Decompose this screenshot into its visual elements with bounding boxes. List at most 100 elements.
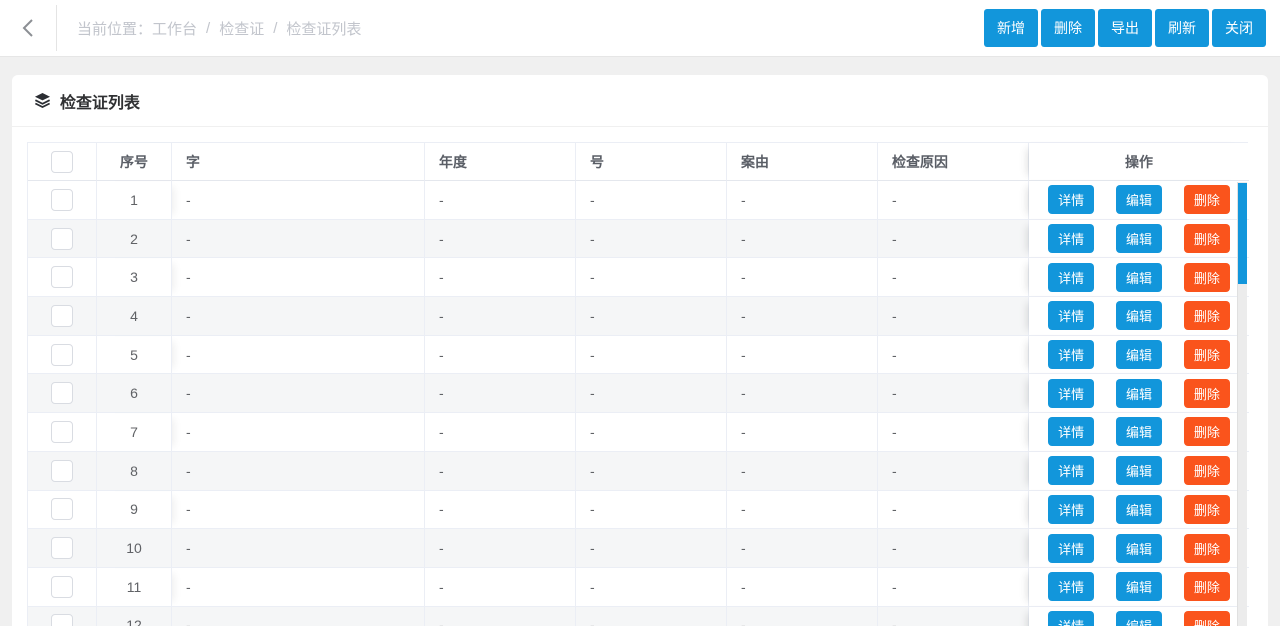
edit-button[interactable]: 编辑: [1115, 262, 1162, 292]
cell-seq: 6: [97, 374, 172, 414]
cell-actions: 详情 编辑 删除: [1029, 529, 1249, 568]
cell-niandu: -: [425, 258, 576, 298]
cell-seq: 1: [97, 181, 172, 220]
cell-zi: -: [172, 413, 425, 452]
row-checkbox[interactable]: [51, 420, 73, 443]
header-reason: 检查原因: [878, 143, 1029, 181]
cell-niandu: -: [425, 413, 576, 452]
select-all-checkbox[interactable]: [51, 150, 73, 173]
detail-button[interactable]: 详情: [1048, 301, 1095, 331]
row-delete-button[interactable]: 删除: [1183, 494, 1230, 524]
row-checkbox[interactable]: [51, 614, 73, 626]
row-checkbox[interactable]: [51, 575, 73, 598]
row-delete-button[interactable]: 删除: [1183, 301, 1230, 331]
detail-button[interactable]: 详情: [1048, 417, 1095, 447]
cell-anyou: -: [727, 258, 878, 298]
add-button[interactable]: 新增: [984, 9, 1038, 47]
edit-button[interactable]: 编辑: [1115, 224, 1162, 254]
edit-button[interactable]: 编辑: [1115, 533, 1162, 563]
table-row: 9 - - - - - 详情 编辑 删除: [28, 490, 1249, 530]
edit-button[interactable]: 编辑: [1115, 340, 1162, 370]
cell-anyou: -: [727, 490, 878, 530]
row-delete-button[interactable]: 删除: [1183, 417, 1230, 447]
cell-anyou: -: [727, 413, 878, 452]
breadcrumb-item-inspection-cert[interactable]: 检查证: [219, 18, 264, 39]
row-checkbox-cell: [28, 529, 97, 568]
table-row: 10 - - - - - 详情 编辑 删除: [28, 529, 1249, 568]
cell-zi: -: [172, 258, 425, 298]
close-button[interactable]: 关闭: [1212, 9, 1266, 47]
cell-niandu: -: [425, 335, 576, 375]
detail-button[interactable]: 详情: [1048, 533, 1095, 563]
row-delete-button[interactable]: 删除: [1183, 610, 1230, 626]
header-anyou: 案由: [727, 143, 878, 181]
cell-niandu: -: [425, 567, 576, 607]
detail-button[interactable]: 详情: [1048, 340, 1095, 370]
cell-actions: 详情 编辑 删除: [1029, 374, 1249, 414]
delete-button[interactable]: 删除: [1041, 9, 1095, 47]
cell-actions: 详情 编辑 删除: [1029, 567, 1249, 607]
cell-reason: -: [878, 413, 1029, 452]
cell-anyou: -: [727, 529, 878, 568]
row-checkbox[interactable]: [51, 382, 73, 405]
cell-hao: -: [576, 451, 727, 491]
row-delete-button[interactable]: 删除: [1183, 533, 1230, 563]
detail-button[interactable]: 详情: [1048, 378, 1095, 408]
back-button[interactable]: [0, 5, 57, 51]
cell-hao: -: [576, 490, 727, 530]
vertical-scrollbar-thumb[interactable]: [1238, 183, 1247, 284]
row-delete-button[interactable]: 删除: [1183, 262, 1230, 292]
row-checkbox[interactable]: [51, 537, 73, 560]
detail-button[interactable]: 详情: [1048, 224, 1095, 254]
edit-button[interactable]: 编辑: [1115, 417, 1162, 447]
cell-zi: -: [172, 606, 425, 626]
edit-button[interactable]: 编辑: [1115, 301, 1162, 331]
row-delete-button[interactable]: 删除: [1183, 185, 1230, 215]
breadcrumb-item-workbench[interactable]: 工作台: [152, 18, 197, 39]
breadcrumb-separator: /: [273, 19, 278, 37]
detail-button[interactable]: 详情: [1048, 456, 1095, 486]
cell-actions: 详情 编辑 删除: [1029, 181, 1249, 220]
row-checkbox[interactable]: [51, 188, 73, 211]
detail-button[interactable]: 详情: [1048, 262, 1095, 292]
row-checkbox[interactable]: [51, 343, 73, 366]
row-checkbox[interactable]: [51, 227, 73, 250]
edit-button[interactable]: 编辑: [1115, 494, 1162, 524]
edit-button[interactable]: 编辑: [1115, 572, 1162, 602]
edit-button[interactable]: 编辑: [1115, 610, 1162, 626]
detail-button[interactable]: 详情: [1048, 185, 1095, 215]
row-delete-button[interactable]: 删除: [1183, 572, 1230, 602]
detail-button[interactable]: 详情: [1048, 610, 1095, 626]
header-checkbox-cell: [28, 143, 97, 181]
header-niandu: 年度: [425, 143, 576, 181]
vertical-scrollbar-track[interactable]: [1237, 182, 1247, 626]
table-row: 3 - - - - - 详情 编辑 删除: [28, 258, 1249, 298]
row-checkbox[interactable]: [51, 459, 73, 482]
row-delete-button[interactable]: 删除: [1183, 378, 1230, 408]
refresh-button[interactable]: 刷新: [1155, 9, 1209, 47]
detail-button[interactable]: 详情: [1048, 494, 1095, 524]
row-checkbox[interactable]: [51, 266, 73, 289]
cell-actions: 详情 编辑 删除: [1029, 606, 1249, 626]
row-checkbox-cell: [28, 451, 97, 491]
edit-button[interactable]: 编辑: [1115, 378, 1162, 408]
cell-seq: 10: [97, 529, 172, 568]
edit-button[interactable]: 编辑: [1115, 185, 1162, 215]
cell-actions: 详情 编辑 删除: [1029, 219, 1249, 259]
table-row: 7 - - - - - 详情 编辑 删除: [28, 413, 1249, 452]
row-delete-button[interactable]: 删除: [1183, 340, 1230, 370]
export-button[interactable]: 导出: [1098, 9, 1152, 47]
cell-hao: -: [576, 606, 727, 626]
cell-zi: -: [172, 490, 425, 530]
row-delete-button[interactable]: 删除: [1183, 224, 1230, 254]
row-delete-button[interactable]: 删除: [1183, 456, 1230, 486]
detail-button[interactable]: 详情: [1048, 572, 1095, 602]
breadcrumb-item-inspection-cert-list: 检查证列表: [286, 20, 362, 38]
row-checkbox[interactable]: [51, 304, 73, 327]
cell-anyou: -: [727, 335, 878, 375]
row-checkbox[interactable]: [51, 498, 73, 521]
edit-button[interactable]: 编辑: [1115, 456, 1162, 486]
cell-seq: 12: [97, 606, 172, 626]
row-checkbox-cell: [28, 374, 97, 414]
cell-zi: -: [172, 297, 425, 336]
